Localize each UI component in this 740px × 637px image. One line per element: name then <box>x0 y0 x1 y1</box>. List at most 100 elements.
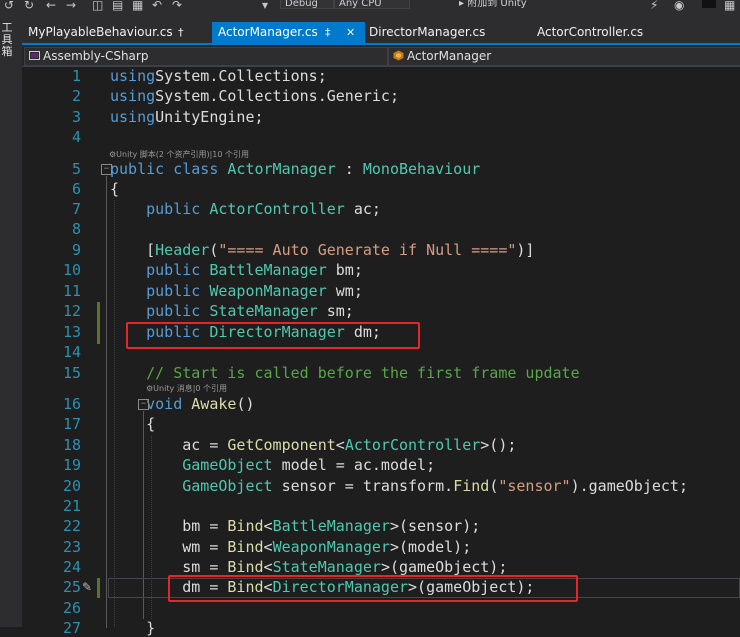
undo-icon[interactable]: ↶ <box>152 0 162 11</box>
tab-label: DirectorManager.cs <box>369 25 486 39</box>
csharp-project-icon <box>29 51 40 60</box>
project-dropdown[interactable]: Assembly-CSharp <box>24 47 388 66</box>
code-line[interactable]: // Start is called before the first fram… <box>110 364 580 382</box>
pin-icon[interactable]: ‡ <box>325 22 331 43</box>
code-line[interactable]: wm = Bind<WeaponManager>(model); <box>110 538 471 556</box>
code-token: using <box>110 108 156 126</box>
line-number: 16 <box>62 395 81 413</box>
red-highlight-box <box>168 575 578 602</box>
code-line[interactable]: public WeaponManager wm; <box>110 282 363 300</box>
code-token: Awake <box>191 395 237 413</box>
tab-actormanager[interactable]: ActorManager.cs ‡ ✕ <box>212 22 365 43</box>
code-line[interactable]: GameObject sensor = transform.Find("sens… <box>110 477 688 495</box>
code-line[interactable]: usingSystem.Collections.Generic; <box>110 87 399 105</box>
save-all-icon[interactable]: ▦ <box>132 0 143 11</box>
fold-line <box>106 176 107 628</box>
code-token: >(model); <box>389 538 472 556</box>
line-number: 9 <box>71 241 81 259</box>
code-token: GetComponent <box>227 436 336 454</box>
code-token: [ <box>110 241 156 259</box>
code-token: WeaponManager <box>272 538 390 556</box>
line-number: 24 <box>62 558 81 576</box>
code-token: BattleManager <box>272 517 390 535</box>
code-token: model = ac.model; <box>272 456 436 474</box>
solution-config-select[interactable]: Debug <box>280 0 334 9</box>
redo-icon[interactable]: ↷ <box>172 0 182 11</box>
code-token: Header <box>155 241 210 259</box>
forward-icon[interactable]: ↻ <box>24 0 34 11</box>
solution-platform-select[interactable]: Any CPU <box>334 0 410 9</box>
codelens-class-references[interactable]: ⚙Unity 脚本(2 个资产引用)|10 个引用 <box>109 150 249 160</box>
code-line[interactable]: public StateManager sm; <box>110 302 354 320</box>
tab-label: ActorController.cs <box>537 25 644 39</box>
code-token: < <box>263 517 273 535</box>
code-token: public <box>146 302 201 320</box>
line-number: 11 <box>62 282 81 300</box>
project-name: Assembly-CSharp <box>43 49 149 63</box>
tab-label: ActorManager.cs <box>218 25 318 39</box>
line-number: 10 <box>62 261 81 279</box>
close-icon[interactable]: ✕ <box>346 22 355 43</box>
hot-reload-icon[interactable]: ⚡ <box>650 0 658 11</box>
code-line[interactable]: usingUnityEngine; <box>110 108 264 126</box>
codelens-method-references[interactable]: ⚙Unity 消息|0 个引用 <box>146 384 227 394</box>
more-tools-icon[interactable]: ▦ <box>724 0 735 11</box>
toolbar-dropdown-icon[interactable]: ▾ <box>262 0 268 11</box>
save-icon[interactable]: ▤ <box>112 0 123 11</box>
pin-icon[interactable]: † <box>178 22 184 43</box>
code-line[interactable]: { <box>110 180 119 198</box>
code-line[interactable]: void Awake() <box>110 395 254 413</box>
code-token: ( <box>489 477 499 495</box>
tab-label: MyPlayableBehaviour.cs <box>28 25 173 39</box>
code-line[interactable]: usingSystem.Collections; <box>110 67 327 85</box>
code-line[interactable]: sm = Bind<StateManager>(gameObject); <box>110 558 507 576</box>
collapse-icon[interactable]: − <box>138 399 149 410</box>
line-number: 20 <box>62 477 81 495</box>
code-token: // Start is called before the first fram… <box>146 364 580 382</box>
tab-directormanager[interactable]: DirectorManager.cs <box>369 22 519 43</box>
tab-actorcontroller[interactable]: ActorController.cs <box>537 22 687 43</box>
code-token: StateManager <box>209 302 318 320</box>
code-token: wm = <box>110 538 228 556</box>
code-token: GameObject <box>182 456 273 474</box>
code-token: sm = <box>110 558 228 576</box>
code-line[interactable]: ac = GetComponent<ActorController>(); <box>110 436 516 454</box>
code-line[interactable]: public class ActorManager : MonoBehaviou… <box>110 160 480 178</box>
code-token: StateManager <box>272 558 381 576</box>
code-token: System.Collections; <box>155 67 327 85</box>
code-line[interactable]: GameObject model = ac.model; <box>110 456 435 474</box>
line-number: 15 <box>62 364 81 382</box>
attach-unity-button[interactable]: ▸ 附加到 Unity <box>455 0 553 8</box>
code-line[interactable]: bm = Bind<BattleManager>(sensor); <box>110 517 480 535</box>
code-line[interactable]: [Header("==== Auto Generate if Null ====… <box>110 241 534 259</box>
navigate-forward-icon[interactable]: → <box>66 0 76 11</box>
code-token: UnityEngine; <box>155 108 264 126</box>
code-line[interactable]: { <box>110 415 155 433</box>
code-token: ac; <box>344 200 381 218</box>
class-dropdown[interactable]: ActorManager <box>388 47 740 66</box>
code-line[interactable]: } <box>110 619 155 637</box>
code-token: "==== Auto Generate if Null ====" <box>218 241 517 259</box>
code-token: < <box>335 436 345 454</box>
code-token: using <box>110 67 156 85</box>
navigate-backward-icon[interactable]: ← <box>46 0 56 11</box>
code-token: ActorController <box>209 200 345 218</box>
line-number: 19 <box>62 456 81 474</box>
camera-icon[interactable]: ◉ <box>674 0 684 11</box>
code-token: sensor = transform. <box>272 477 454 495</box>
class-name: ActorManager <box>407 49 492 63</box>
code-line[interactable]: public BattleManager bm; <box>110 261 363 279</box>
back-icon[interactable]: ↺ <box>4 0 14 11</box>
tab-myplayablebehaviour[interactable]: MyPlayableBehaviour.cs † <box>28 22 206 43</box>
collapse-icon[interactable]: − <box>101 164 112 175</box>
toolbox-tab[interactable]: 工具箱 <box>0 22 14 58</box>
open-file-icon[interactable]: ◫ <box>92 0 103 11</box>
code-token: wm; <box>326 282 363 300</box>
code-line[interactable]: public ActorController ac; <box>110 200 381 218</box>
change-marker <box>97 302 100 344</box>
line-number: 2 <box>71 87 81 105</box>
code-token: public <box>146 261 201 279</box>
